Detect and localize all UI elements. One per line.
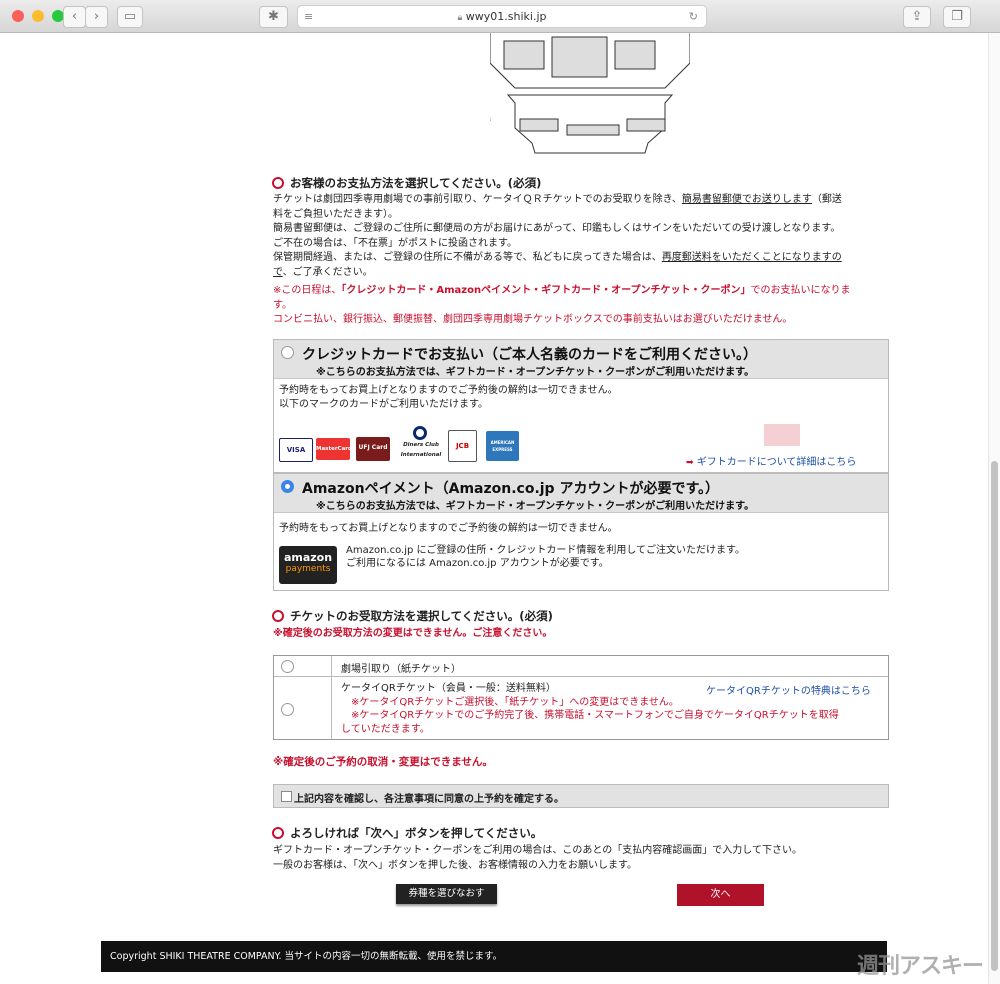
amazon-desc: 予約時をもってお買上げとなりますのでご予約後の解約は一切できません。 bbox=[279, 523, 618, 534]
back-icon[interactable]: ‹ bbox=[63, 6, 86, 28]
amazon-info: Amazon.co.jp にご登録の住所・クレジットカード情報を利用してご注文い… bbox=[346, 545, 746, 569]
circle-bullet-icon bbox=[272, 610, 284, 622]
amazon-payments-logo: amazon payments bbox=[279, 546, 337, 584]
lock-icon: 🔒︎ bbox=[457, 13, 463, 23]
receive-option-theater[interactable]: 劇場引取り（紙チケット） bbox=[274, 656, 888, 677]
receive-warning: ※確定後のお受取方法の変更はできません。ご注意ください。 bbox=[273, 628, 553, 639]
payment-heading: お客様のお支払方法を選択してください。(必須) bbox=[272, 175, 541, 191]
arrow-icon: ➡ bbox=[686, 458, 694, 468]
next-button[interactable]: 次へ bbox=[677, 884, 764, 906]
ufj-card-icon: UFJ Card bbox=[356, 437, 390, 461]
tabs-icon[interactable]: ❐ bbox=[943, 6, 971, 28]
reselect-ticket-button[interactable]: 券種を選びなおす bbox=[396, 884, 497, 904]
next-heading: よろしければ「次へ」ボタンを押してください。 bbox=[272, 825, 542, 841]
amazon-payment-subtitle: ※こちらのお支払方法では、ギフトカード・オープンチケット・クーポンがご利用いただ… bbox=[316, 501, 755, 512]
amazon-payment-option: Amazonペイメント（Amazon.co.jp アカウントが必要です。） ※こ… bbox=[273, 473, 889, 591]
amazon-payment-header[interactable]: Amazonペイメント（Amazon.co.jp アカウントが必要です。） ※こ… bbox=[274, 474, 888, 513]
resend-fee-link[interactable]: 再度郵送料をいただくことになりますの bbox=[662, 252, 842, 263]
theater-pickup-label: 劇場引取り（紙チケット） bbox=[341, 664, 461, 675]
browser-toolbar: ‹ › ▭ ✱ ≡ 🔒︎ wwy01.shiki.jp ↻ ⇪ ❐ bbox=[0, 0, 1000, 33]
close-window-button[interactable] bbox=[12, 10, 24, 22]
diners-club-icon: Diners Club International bbox=[399, 426, 443, 462]
confirm-label[interactable]: 上記内容を確認し、各注意事項に同意の上予約を確定する。 bbox=[294, 790, 564, 805]
minimize-window-button[interactable] bbox=[32, 10, 44, 22]
floor-label: 3階 bbox=[490, 116, 491, 126]
url-text: wwy01.shiki.jp bbox=[465, 10, 547, 23]
mastercard-icon: MasterCard bbox=[316, 438, 352, 460]
credit-card-header[interactable]: クレジットカードでお支払い（ご本人名義のカードをご利用ください。） ※こちらのお… bbox=[274, 340, 888, 379]
scrollbar[interactable] bbox=[988, 33, 1000, 984]
amazon-payment-title: Amazonペイメント（Amazon.co.jp アカウントが必要です。） bbox=[302, 481, 720, 497]
address-bar[interactable]: ≡ 🔒︎ wwy01.shiki.jp ↻ bbox=[297, 5, 707, 28]
credit-card-option: クレジットカードでお支払い（ご本人名義のカードをご利用ください。） ※こちらのお… bbox=[273, 339, 889, 473]
watermark-logo: 週刊アスキー bbox=[857, 954, 984, 979]
payment-notice: ※この日程は、「クレジットカード・Amazonペイメント・ギフトカード・オープン… bbox=[273, 285, 851, 325]
payment-description: チケットは劇団四季専用劇場での事前引取り、ケータイＱＲチケットでのお受取りを除き… bbox=[273, 194, 842, 278]
visa-card-icon: VISA bbox=[279, 438, 313, 462]
credit-card-radio[interactable] bbox=[281, 346, 294, 359]
scrollbar-thumb[interactable] bbox=[991, 461, 998, 971]
extension-icon[interactable]: ✱ bbox=[259, 6, 288, 28]
receive-options-table: 劇場引取り（紙チケット） ケータイQRチケット（会員・一般：送料無料） ※ケータ… bbox=[273, 655, 889, 740]
sidebar-icon[interactable]: ▭ bbox=[117, 6, 143, 28]
theater-pickup-radio[interactable] bbox=[281, 660, 294, 673]
receive-option-qr[interactable]: ケータイQRチケット（会員・一般：送料無料） ※ケータイQRチケットご選択後、「… bbox=[274, 677, 888, 739]
qr-benefits-link-text[interactable]: ケータイQRチケットの特典はこちら bbox=[706, 682, 871, 697]
copyright-text: Copyright SHIKI THEATRE COMPANY. 当サイトの内容… bbox=[110, 951, 503, 962]
reload-icon[interactable]: ↻ bbox=[689, 6, 698, 27]
gift-card-icon bbox=[764, 424, 800, 446]
footer: Copyright SHIKI THEATRE COMPANY. 当サイトの内容… bbox=[101, 941, 887, 972]
next-description: ギフトカード・オープンチケット・クーポンをご利用の場合は、このあとの「支払内容確… bbox=[273, 845, 802, 871]
credit-card-desc: 予約時をもってお買上げとなりますのでご予約後の解約は一切できません。 以下のマー… bbox=[279, 385, 618, 410]
seat-map: 3階 bbox=[490, 33, 690, 154]
final-warning: ※確定後のご予約の取消・変更はできません。 bbox=[273, 756, 493, 768]
confirm-checkbox[interactable] bbox=[281, 791, 292, 802]
amazon-payment-radio[interactable] bbox=[281, 480, 294, 493]
forward-icon[interactable]: › bbox=[85, 6, 108, 28]
reader-icon[interactable]: ≡ bbox=[304, 6, 313, 27]
gift-card-link[interactable]: ➡ ギフトカードについて詳細はこちら bbox=[686, 453, 856, 468]
share-icon[interactable]: ⇪ bbox=[903, 6, 931, 28]
receive-heading: チケットのお受取方法を選択してください。(必須) bbox=[272, 608, 553, 624]
credit-card-subtitle: ※こちらのお支払方法では、ギフトカード・オープンチケット・クーポンがご利用いただ… bbox=[316, 367, 755, 378]
confirm-row: 上記内容を確認し、各注意事項に同意の上予約を確定する。 bbox=[273, 784, 889, 808]
registered-mail-link[interactable]: 簡易書留郵便でお送りします bbox=[682, 194, 812, 205]
jcb-card-icon: JCB bbox=[448, 430, 477, 462]
qr-ticket-radio[interactable] bbox=[281, 703, 294, 716]
amex-card-icon: AMERICAN EXPRESS bbox=[486, 431, 519, 461]
circle-bullet-icon bbox=[272, 177, 284, 189]
circle-bullet-icon bbox=[272, 827, 284, 839]
credit-card-title: クレジットカードでお支払い（ご本人名義のカードをご利用ください。） bbox=[302, 347, 757, 363]
